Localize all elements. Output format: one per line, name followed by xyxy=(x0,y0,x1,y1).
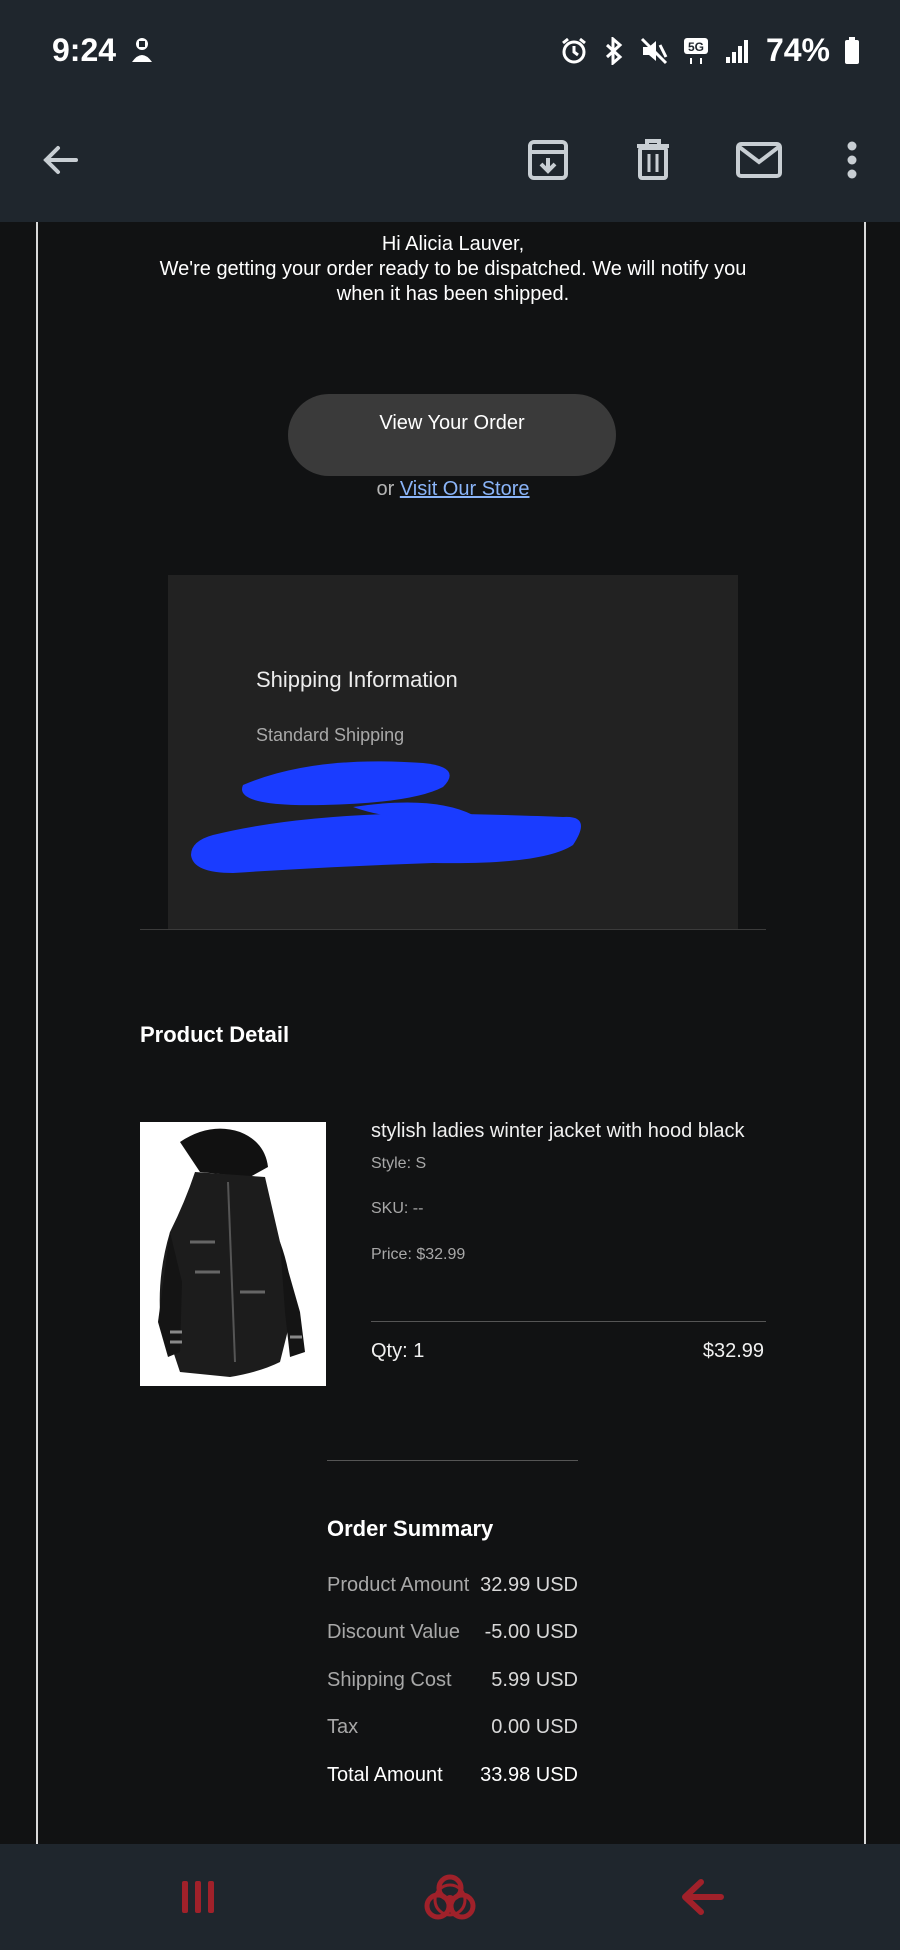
order-message: We're getting your order ready to be dis… xyxy=(159,258,747,305)
system-nav-bar xyxy=(0,1844,900,1950)
archive-icon xyxy=(528,140,568,180)
mail-icon xyxy=(736,142,782,178)
status-icons: 5G 74% xyxy=(560,32,860,69)
back-nav-button[interactable] xyxy=(662,1864,742,1930)
svg-text:5G: 5G xyxy=(688,40,704,54)
greeting-block: Hi Alicia Lauver, We're getting your ord… xyxy=(38,232,864,307)
delete-icon xyxy=(637,139,669,180)
redaction-scribble xyxy=(191,761,581,873)
shipping-method: Standard Shipping xyxy=(256,725,405,745)
archive-button[interactable] xyxy=(516,128,580,192)
email-body: Hi Alicia Lauver, We're getting your ord… xyxy=(36,222,866,1844)
shipping-title: Shipping Information xyxy=(256,667,458,692)
cell-signal-icon xyxy=(725,39,748,63)
back-nav-icon xyxy=(682,1879,724,1915)
summary-value: 32.99 USD xyxy=(480,1574,578,1596)
battery-percent: 74% xyxy=(765,32,830,68)
product-price: Price: $32.99 xyxy=(371,1246,466,1263)
more-vert-icon xyxy=(847,141,857,179)
battery-icon xyxy=(845,36,859,64)
more-options-button[interactable] xyxy=(820,128,884,192)
product-image[interactable] xyxy=(140,1122,326,1386)
visit-store-link[interactable]: Visit Our Store xyxy=(400,478,530,500)
mute-icon xyxy=(640,37,668,64)
summary-label: Discount Value xyxy=(327,1621,461,1643)
summary-value: 5.99 USD xyxy=(491,1669,578,1691)
bluetooth-icon xyxy=(605,36,623,65)
product-qty: Qty: 1 xyxy=(371,1340,425,1362)
summary-value: 0.00 USD xyxy=(491,1716,578,1738)
recent-apps-button[interactable] xyxy=(158,1864,238,1930)
biohazard-home-icon xyxy=(424,1874,476,1920)
summary-label: Shipping Cost xyxy=(327,1669,452,1691)
greeting-text: Hi Alicia Lauver, xyxy=(381,233,525,255)
product-line-total: $32.99 xyxy=(702,1340,764,1362)
alarm-icon xyxy=(562,37,586,63)
delete-button[interactable] xyxy=(621,128,685,192)
summary-divider xyxy=(327,1460,578,1461)
order-summary-title: Order Summary xyxy=(327,1516,494,1541)
summary-value: -5.00 USD xyxy=(484,1621,578,1643)
or-text: or xyxy=(376,478,395,500)
back-button[interactable] xyxy=(28,128,92,192)
recent-apps-icon xyxy=(182,1881,214,1913)
summary-label: Product Amount xyxy=(327,1574,470,1596)
home-button[interactable] xyxy=(410,1864,490,1930)
summary-label: Tax xyxy=(327,1716,359,1738)
visit-store-line: or Visit Our Store xyxy=(38,478,864,501)
view-order-button[interactable]: View Your Order xyxy=(288,394,616,476)
summary-label: Total Amount xyxy=(327,1764,443,1786)
jacket-image xyxy=(140,1122,326,1386)
product-style: Style: S xyxy=(371,1155,427,1172)
summary-row-tax: Tax 0.00 USD xyxy=(327,1716,578,1744)
product-sku: SKU: -- xyxy=(371,1200,424,1217)
summary-value: 33.98 USD xyxy=(480,1764,578,1786)
summary-row-discount: Discount Value -5.00 USD xyxy=(327,1621,578,1649)
product-name[interactable]: stylish ladies winter jacket with hood b… xyxy=(371,1120,745,1143)
product-detail-title: Product Detail xyxy=(140,1022,290,1047)
product-divider xyxy=(371,1321,766,1322)
notification-icon xyxy=(132,38,152,62)
summary-row-shipping: Shipping Cost 5.99 USD xyxy=(327,1669,578,1697)
5g-signal-icon: 5G xyxy=(683,37,708,64)
email-toolbar xyxy=(0,100,900,222)
section-divider xyxy=(140,929,766,930)
mark-unread-button[interactable] xyxy=(727,128,791,192)
status-time: 9:24 xyxy=(52,32,117,68)
summary-row-product-amount: Product Amount 32.99 USD xyxy=(327,1574,578,1602)
shipping-info-panel: Shipping Information Standard Shipping xyxy=(168,575,738,929)
status-bar: 9:24 5G 74% xyxy=(0,0,900,100)
summary-row-total: Total Amount 33.98 USD xyxy=(327,1764,578,1792)
back-arrow-icon xyxy=(43,146,78,174)
